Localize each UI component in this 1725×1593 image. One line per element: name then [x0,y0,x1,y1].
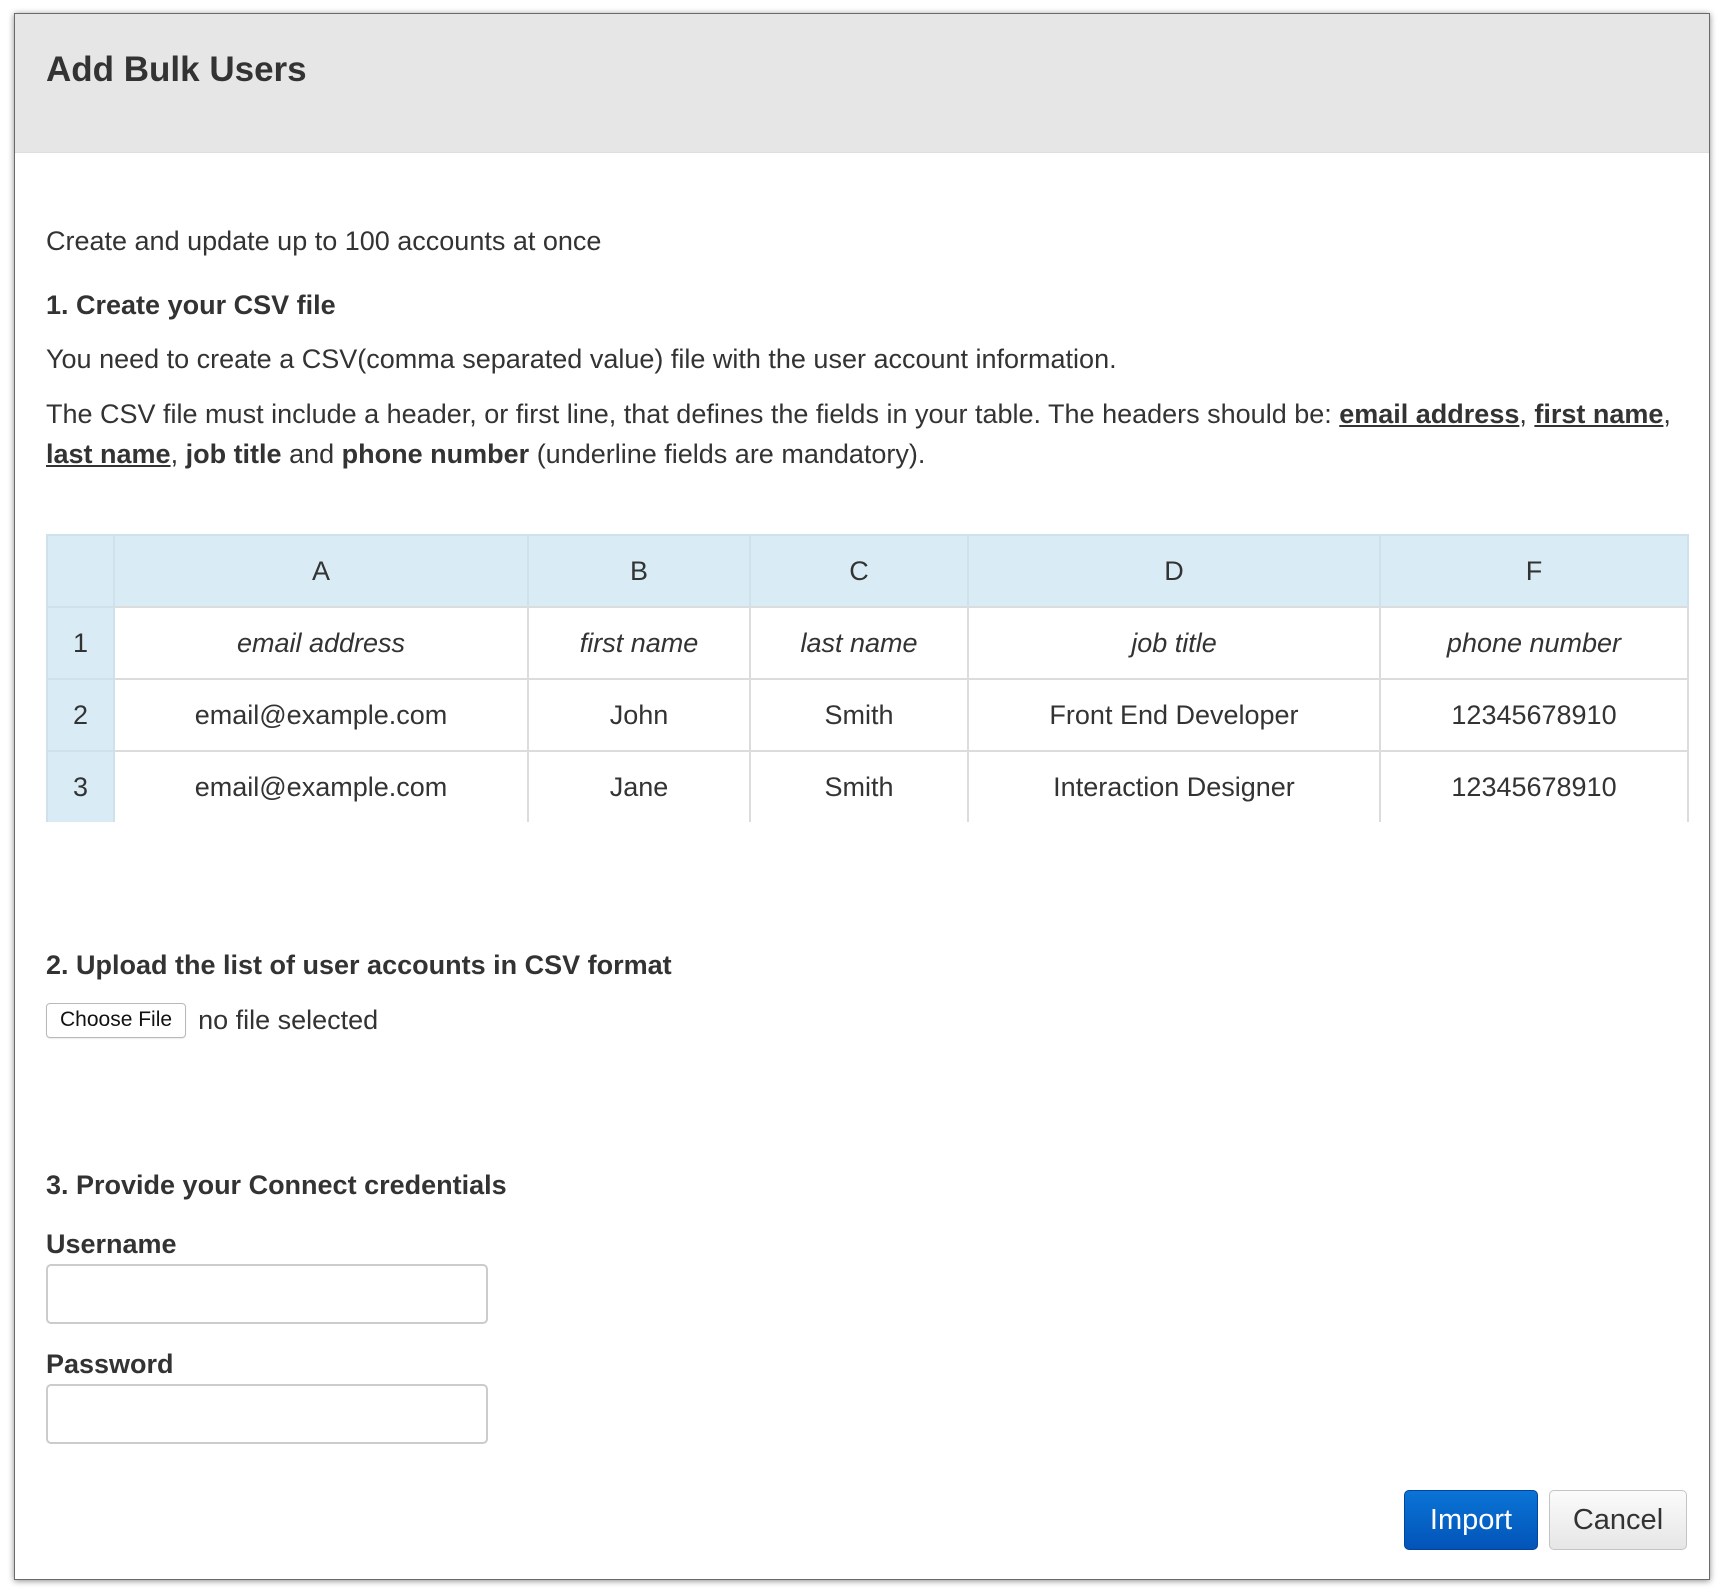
table-cell: email@example.com [113,678,529,752]
and-text: and [289,439,335,469]
mandatory-note: (underline fields are mandatory). [536,439,926,469]
table-cell: job title [967,606,1381,680]
field-email-address: email address [1339,399,1520,429]
table-cell: Smith [749,678,969,752]
password-label: Password [46,1349,174,1379]
file-status-text: no file selected [198,1004,379,1035]
column-header: F [1379,534,1689,607]
field-first-name: first name [1534,399,1664,429]
step1-description: You need to create a CSV(comma separated… [46,344,1117,374]
column-header: A [113,534,529,607]
table-cell: Jane [527,750,751,822]
table-cell: last name [749,606,969,680]
dialog-header: Add Bulk Users [15,14,1709,153]
step2-heading: 2. Upload the list of user accounts in C… [46,950,672,980]
step3-heading: 3. Provide your Connect credentials [46,1170,507,1200]
add-bulk-users-dialog: Add Bulk Users Create and update up to 1… [14,13,1710,1580]
field-phone-number: phone number [341,439,530,469]
table-cell: email@example.com [113,750,529,822]
table-row: 1 email address first name last name job… [46,606,1689,680]
intro-text: Create and update up to 100 accounts at … [46,226,602,256]
row-number: 3 [46,750,115,822]
table-column-header-row: A B C D F [46,534,1689,607]
field-job-title: job title [185,439,282,469]
table-row: 2 email@example.com John Smith Front End… [46,678,1689,752]
table-row: 3 email@example.com Jane Smith Interacti… [46,750,1689,822]
table-cell: Smith [749,750,969,822]
table-cell: first name [527,606,751,680]
table-cell: 12345678910 [1379,678,1689,752]
table-cell: John [527,678,751,752]
headers-intro-text: The CSV file must include a header, or f… [46,399,1340,429]
cancel-button[interactable]: Cancel [1549,1490,1687,1550]
step1-headers-description: The CSV file must include a header, or f… [46,399,1671,469]
row-number: 2 [46,678,115,752]
table-corner-cell [46,534,115,607]
table-cell: phone number [1379,606,1689,680]
table-cell: 12345678910 [1379,750,1689,822]
csv-example-table: A B C D F 1 email address first name las… [46,534,1689,822]
table-cell: Front End Developer [967,678,1381,752]
import-button[interactable]: Import [1404,1490,1538,1550]
dialog-title: Add Bulk Users [46,50,307,89]
username-input[interactable] [46,1264,488,1324]
username-label: Username [46,1229,177,1259]
column-header: B [527,534,751,607]
table-cell: email address [113,606,529,680]
choose-file-button[interactable]: Choose File [46,1002,187,1038]
file-upload-control: Choose File no file selected [46,1002,378,1038]
password-input[interactable] [46,1384,488,1444]
table-cell: Interaction Designer [967,750,1381,822]
column-header: D [967,534,1381,607]
step1-heading: 1. Create your CSV file [46,290,336,320]
column-header: C [749,534,969,607]
row-number: 1 [46,606,115,680]
field-last-name: last name [46,439,171,469]
